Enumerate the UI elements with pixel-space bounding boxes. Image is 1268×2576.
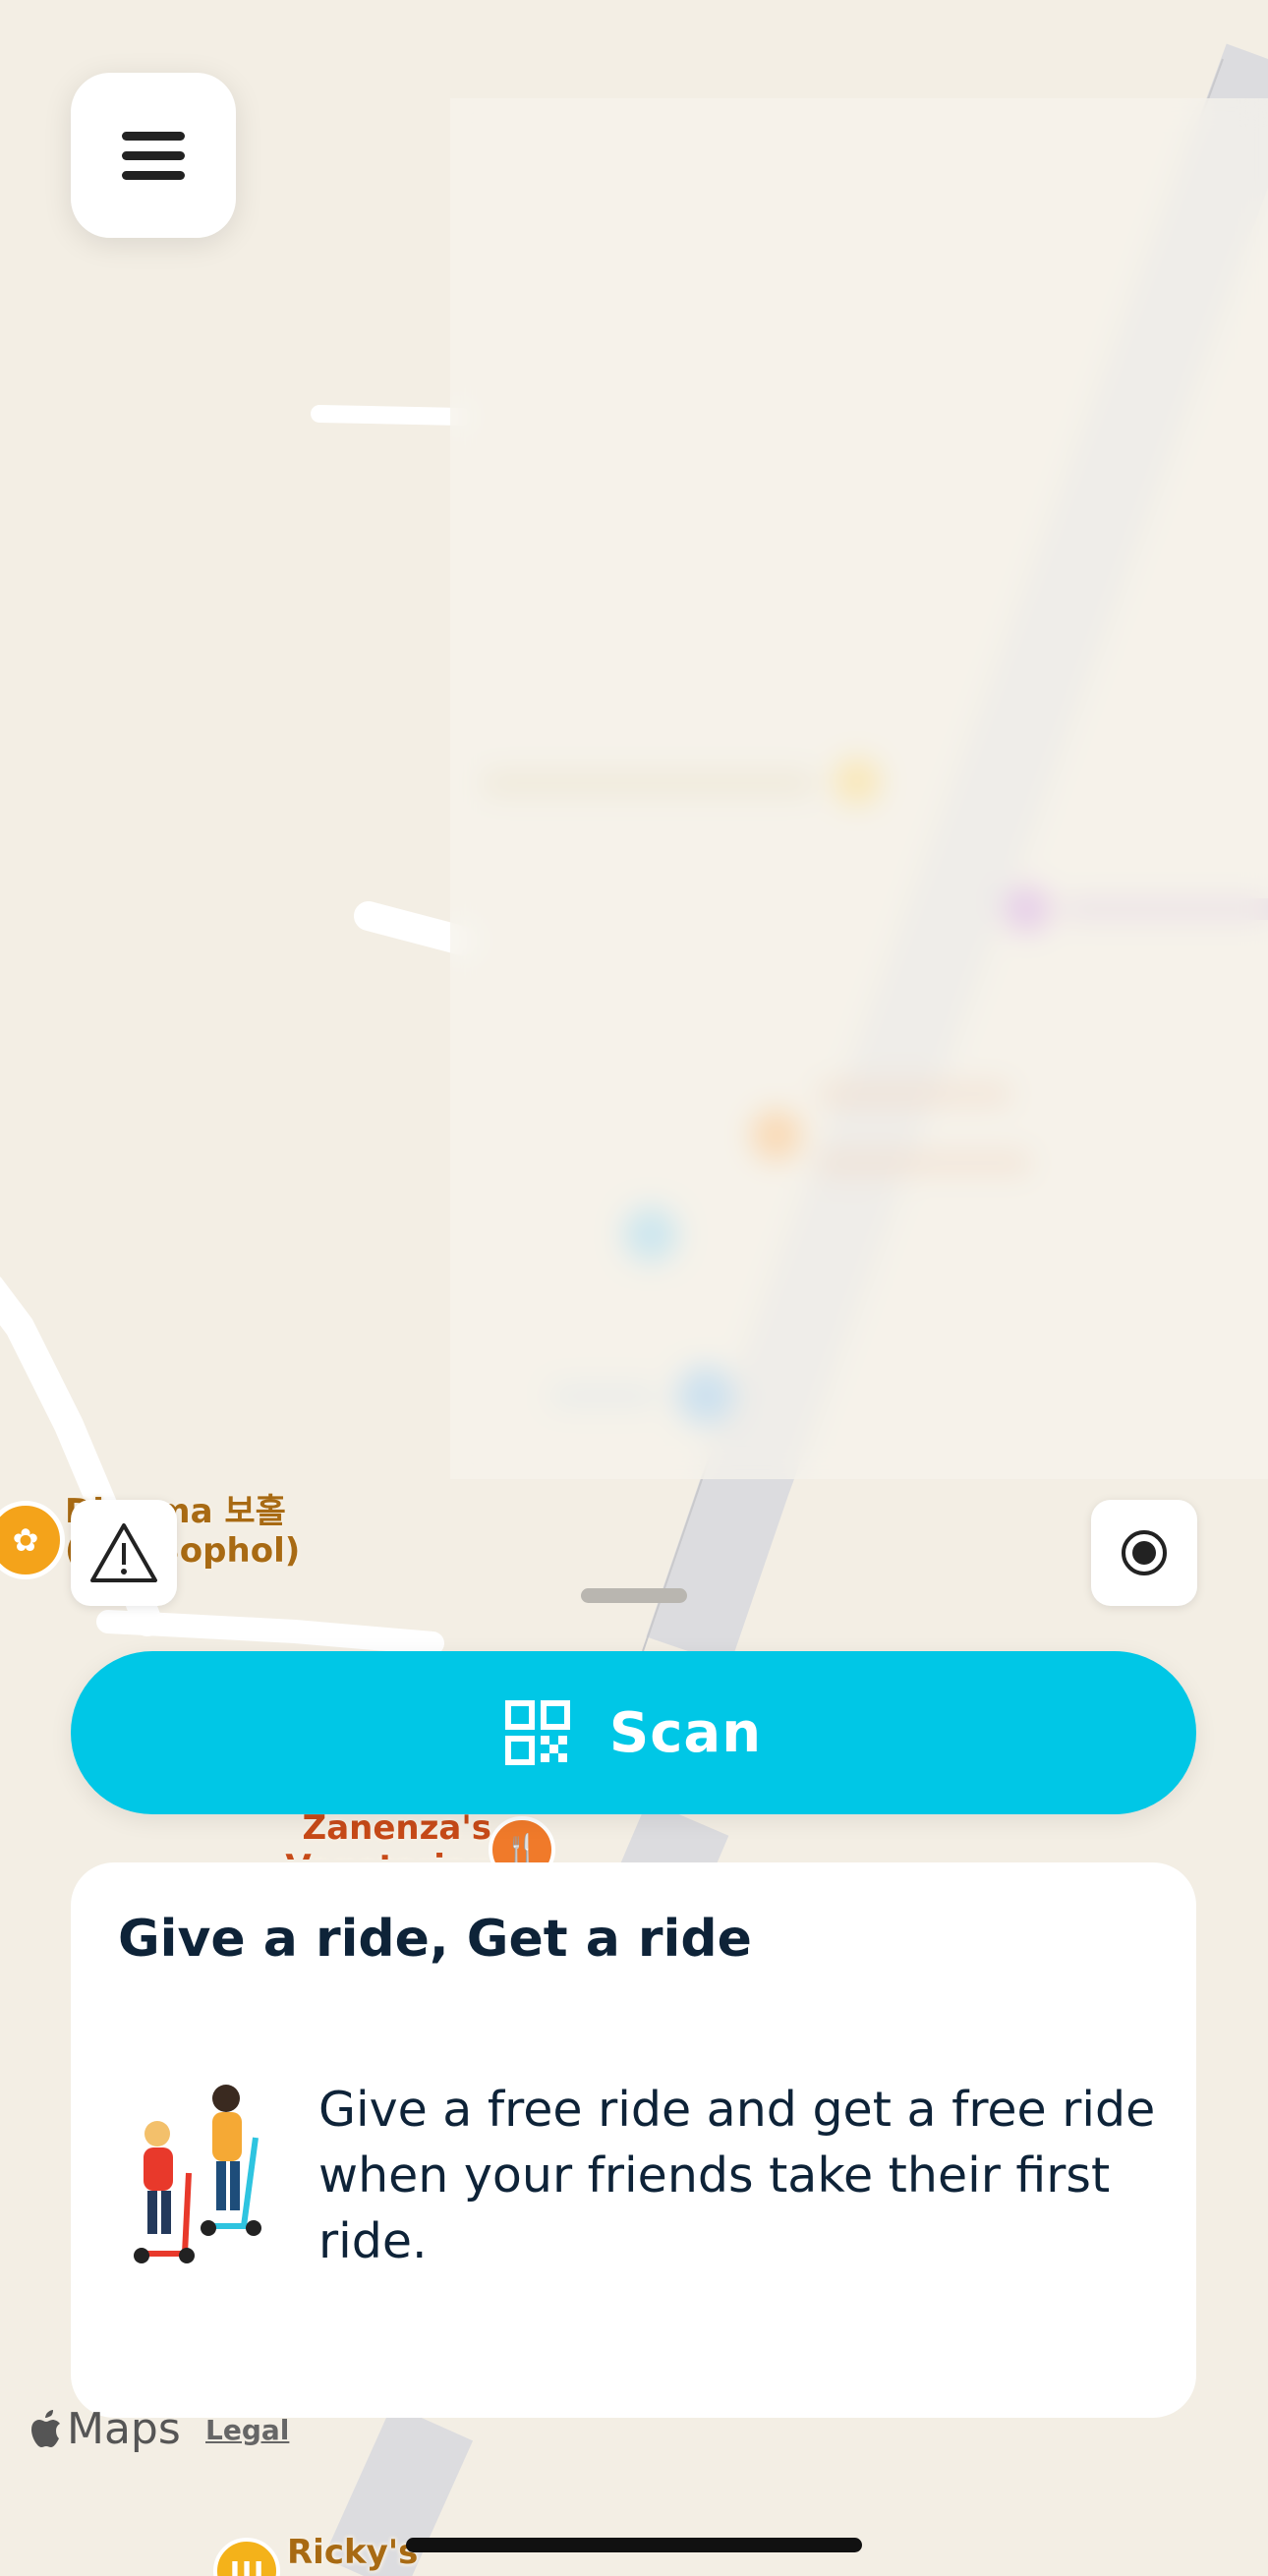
maps-label: Maps — [67, 2404, 181, 2454]
scan-button[interactable]: Scan — [71, 1651, 1196, 1814]
promo-body: Give a free ride and get a free ride whe… — [318, 2082, 1156, 2269]
qr-code-icon — [504, 1700, 570, 1765]
map-blur-overlay — [450, 98, 1268, 1479]
menu-button[interactable] — [71, 73, 236, 238]
sheet-drag-handle[interactable] — [581, 1588, 687, 1603]
my-location-icon — [1122, 1530, 1167, 1575]
scan-label: Scan — [608, 1700, 763, 1765]
poi-restaurant-label[interactable]: Zanenza's Vegetarian Bistro — [177, 1808, 491, 1860]
warning-triangle-icon — [90, 1523, 157, 1582]
promo-title: Give a ride, Get a ride — [118, 1910, 752, 1969]
referral-promo-card[interactable]: Give a ride, Get a ride Give a free ride… — [71, 1862, 1196, 2418]
scooter-riders-illustration — [134, 2085, 261, 2263]
apple-logo-icon — [31, 2409, 60, 2447]
hamburger-menu-icon — [122, 121, 185, 191]
legal-link[interactable]: Legal — [205, 2414, 289, 2446]
home-indicator[interactable] — [406, 2538, 862, 2552]
report-issue-button[interactable] — [71, 1500, 177, 1606]
maps-attribution: Maps — [29, 2404, 181, 2454]
locate-me-button[interactable] — [1091, 1500, 1197, 1606]
poi-rickys-label[interactable]: Ricky's — [287, 2533, 418, 2572]
